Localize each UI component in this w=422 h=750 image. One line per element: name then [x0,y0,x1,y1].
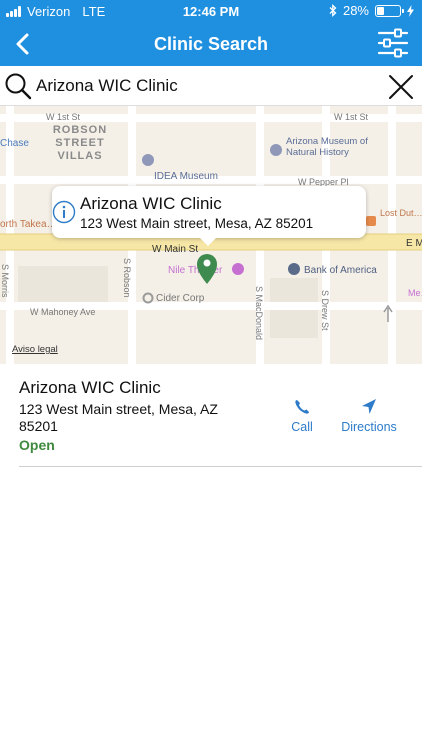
nav-bar: Clinic Search [0,22,422,66]
map-view[interactable]: W 1st St W 1st St Chase IDEA Museum W Pe… [0,106,422,364]
map-label-robson-villas: ROBSON STREET VILLAS [52,124,108,162]
map-label: orth Takea… [0,219,57,230]
directions-button[interactable]: Directions [334,398,404,434]
map-label: W 1st St [334,112,369,122]
map-label: W Main St [152,244,198,255]
info-icon[interactable] [52,200,76,224]
phone-icon [295,400,309,414]
callout-title: Arizona WIC Clinic [80,194,222,213]
page-title: Clinic Search [153,34,269,54]
app-header: Verizon LTE 12:46 PM 28% Clinic Search [0,0,422,66]
divider [19,466,422,467]
museum-poi-icon [142,154,154,166]
bank-poi-icon [288,263,300,275]
map-label: S Morris [0,264,10,298]
map-label: E M… [406,238,422,249]
map-label-museum: Arizona Museum of Natural History [286,136,368,158]
bluetooth-icon [329,4,337,17]
callout-address: 123 West Main street, Mesa, AZ 85201 [80,216,314,231]
map-label: Chase [0,138,29,149]
map-callout[interactable]: Arizona WIC Clinic 123 West Main street,… [52,186,366,246]
directions-label: Directions [341,420,397,434]
theater-poi-icon [232,263,244,275]
coffee-poi-icon [366,216,376,226]
map-label: S Drew St [320,290,330,331]
map-label: Bank of America [304,265,377,276]
battery-icon [375,4,404,17]
navigation-arrow-icon [362,399,376,414]
call-label: Call [291,420,313,434]
clinic-name: Arizona WIC Clinic [19,378,161,397]
battery-percent: 28% [342,3,369,18]
clinic-status: Open [19,437,55,453]
call-button[interactable]: Call [286,398,318,434]
map-label: S MacDonald [254,286,264,340]
search-bar [0,66,422,106]
clinic-result[interactable]: Arizona WIC Clinic 123 West Main street,… [0,364,422,468]
map-label: Lost Dut… Coffee H… [380,208,422,218]
status-bar: Verizon LTE 12:46 PM 28% [0,0,422,22]
museum-poi-icon [270,144,282,156]
map-label: W 1st St [46,112,81,122]
charging-icon [407,4,414,17]
search-icon [5,73,32,100]
map-label: IDEA Museum [154,171,218,182]
search-input[interactable] [36,72,376,100]
map-label: Cider Corp [156,293,205,304]
map-label: Me… [408,288,422,298]
map-label: S Robson [122,258,132,298]
legal-link[interactable]: Aviso legal [12,344,58,355]
sliders-icon[interactable] [376,26,410,60]
clinic-address: 123 West Main street, Mesa, AZ 85201 [19,401,218,434]
map-label: W Mahoney Ave [30,307,95,317]
close-icon[interactable] [386,72,416,102]
